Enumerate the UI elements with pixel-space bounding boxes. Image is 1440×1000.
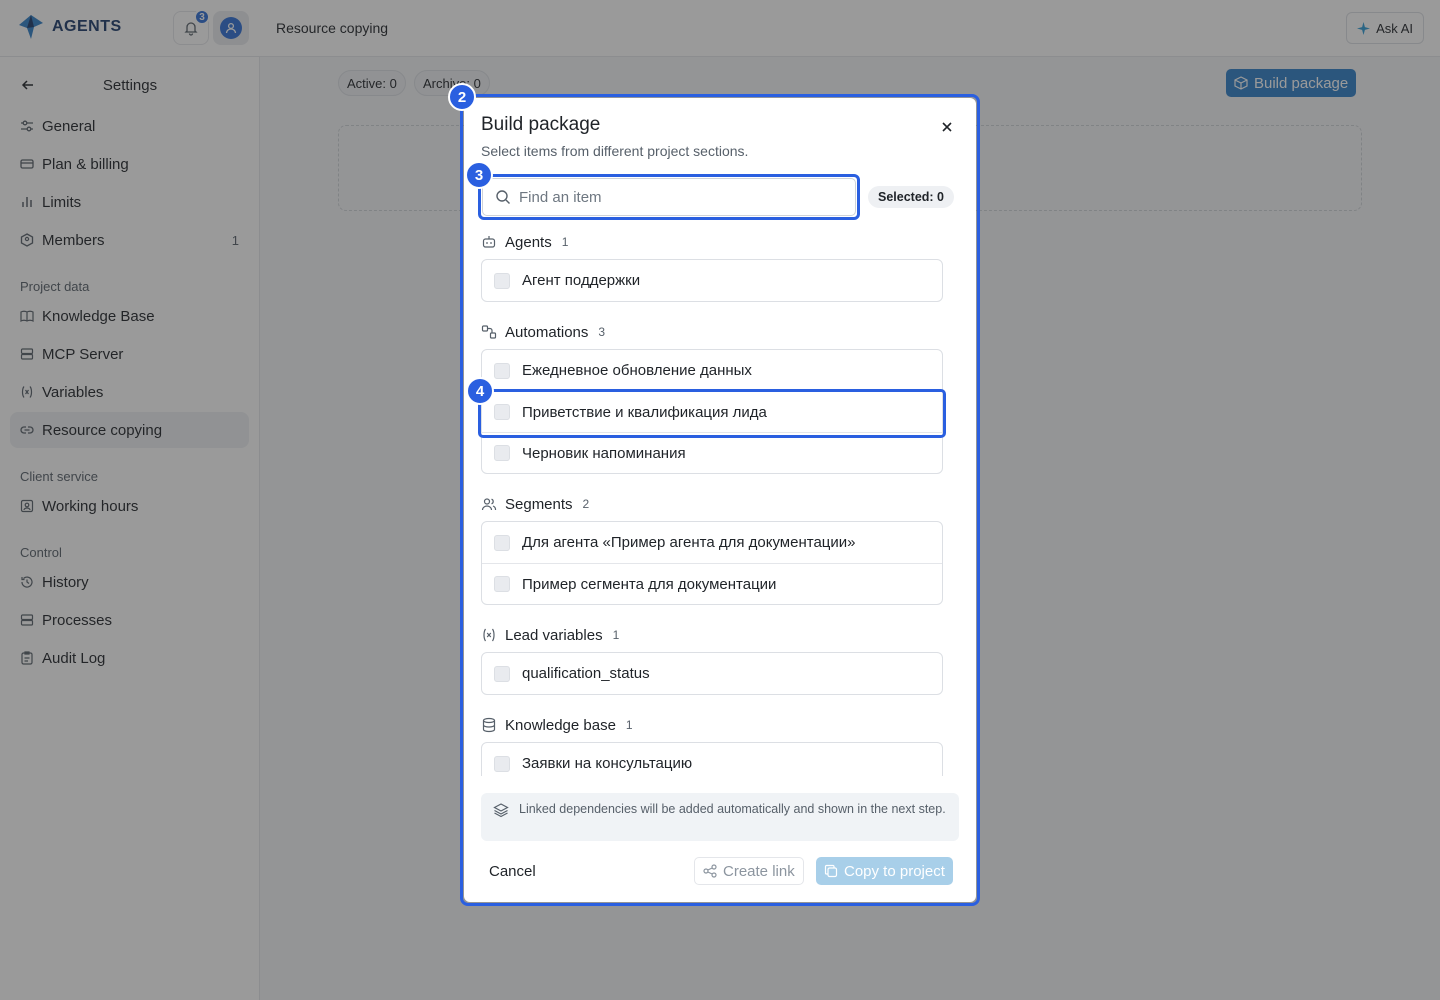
items-list[interactable]: Agents 1 Агент поддержки Automations 3 Е…: [481, 230, 947, 776]
list-item[interactable]: qualification_status: [482, 653, 942, 694]
group-name: Agents: [505, 233, 552, 251]
group-list-segments: Для агента «Пример агента для документац…: [481, 521, 943, 605]
close-button[interactable]: [938, 118, 956, 136]
group-name: Segments: [505, 495, 573, 513]
group-list-agents: Агент поддержки: [481, 259, 943, 302]
group-list-knowledge-base: Заявки на консультацию: [481, 742, 943, 776]
search-icon: [496, 190, 510, 204]
create-link-label: Create link: [723, 862, 795, 880]
item-label: Для агента «Пример агента для документац…: [522, 534, 856, 551]
item-checkbox[interactable]: [494, 576, 510, 592]
group-header-lead-variables: Lead variables 1: [481, 625, 619, 645]
copy-icon: [824, 864, 838, 878]
search-field[interactable]: [482, 178, 856, 216]
group-name: Automations: [505, 323, 589, 341]
group-list-lead-variables: qualification_status: [481, 652, 943, 695]
group-header-automations: Automations 3: [481, 322, 605, 342]
group-header-knowledge-base: Knowledge base 1: [481, 715, 633, 735]
selected-count-badge: Selected: 0: [868, 186, 955, 208]
group-count: 1: [625, 718, 633, 732]
group-count: 3: [598, 325, 606, 339]
share-icon: [703, 864, 717, 878]
robot-icon: [482, 236, 496, 248]
database-icon: [482, 717, 496, 733]
copy-to-project-button[interactable]: Copy to project: [816, 857, 953, 885]
group-name: Lead variables: [505, 626, 603, 644]
item-checkbox[interactable]: [494, 272, 510, 289]
group-name: Knowledge base: [505, 716, 616, 734]
item-checkbox[interactable]: [494, 534, 510, 551]
group-count: 1: [612, 628, 620, 642]
dialog-title: Build package: [481, 114, 601, 135]
dialog-subtitle: Select items from different project sect…: [481, 143, 749, 159]
list-item[interactable]: Для агента «Пример агента для документац…: [482, 522, 942, 563]
item-checkbox[interactable]: [494, 362, 510, 379]
search-input[interactable]: [519, 188, 819, 206]
info-text: Linked dependencies will be added automa…: [519, 802, 946, 816]
item-checkbox[interactable]: [494, 665, 510, 682]
close-icon: [942, 122, 952, 132]
list-item[interactable]: Агент поддержки: [482, 260, 942, 301]
item-checkbox[interactable]: [494, 445, 510, 461]
item-label: Ежедневное обновление данных: [522, 362, 752, 379]
item-label: Заявки на консультацию: [522, 755, 693, 772]
item-label: Черновик напоминания: [522, 444, 686, 462]
list-item[interactable]: Ежедневное обновление данных: [482, 350, 942, 391]
group-count: 2: [582, 497, 590, 511]
copy-to-project-label: Copy to project: [844, 862, 945, 880]
layers-icon: [493, 803, 509, 818]
item-label: Агент поддержки: [522, 272, 641, 289]
group-header-agents: Agents 1: [481, 232, 568, 252]
list-item[interactable]: Черновик напоминания: [482, 432, 942, 473]
workflow-icon: [481, 325, 497, 339]
dependencies-info-note: Linked dependencies will be added automa…: [481, 793, 959, 841]
group-count: 1: [561, 235, 569, 249]
list-item[interactable]: Заявки на консультацию: [482, 743, 942, 776]
step-marker-3: 3: [465, 161, 493, 189]
group-header-segments: Segments 2: [481, 494, 589, 514]
list-item[interactable]: Пример сегмента для документации: [482, 563, 942, 604]
item-label: qualification_status: [522, 665, 650, 682]
item-checkbox[interactable]: [494, 755, 510, 772]
step-marker-2: 2: [448, 83, 476, 111]
cancel-button[interactable]: Cancel: [481, 857, 544, 885]
build-package-dialog: Build package Select items from differen…: [464, 98, 976, 902]
users-icon: [481, 498, 497, 511]
row-highlight-frame: [478, 389, 946, 438]
item-label: Пример сегмента для документации: [522, 575, 777, 593]
create-link-button[interactable]: Create link: [694, 857, 804, 885]
step-marker-4: 4: [466, 377, 494, 405]
variable-icon: [483, 628, 495, 642]
